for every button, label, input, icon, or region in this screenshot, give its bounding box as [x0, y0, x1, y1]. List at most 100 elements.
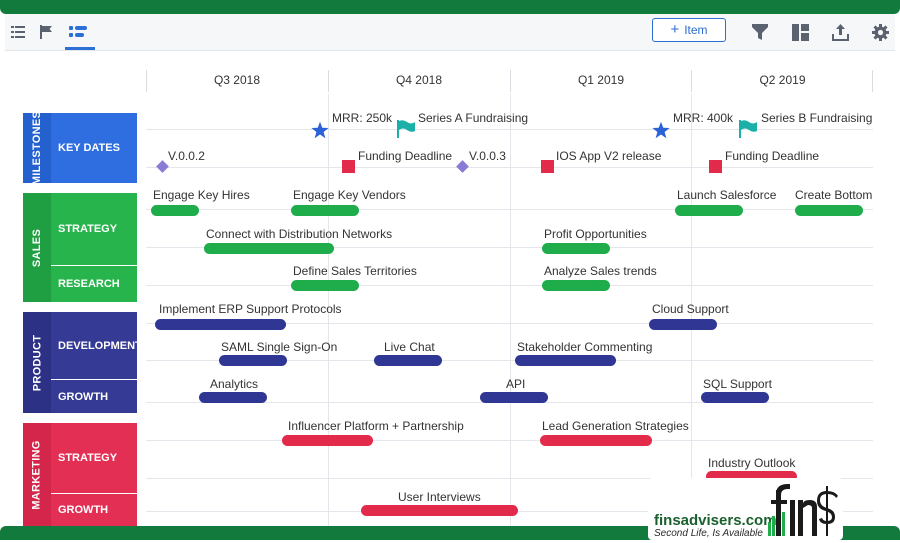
row-label-strategy[interactable]: STRATEGY — [51, 193, 137, 265]
quarter-divider — [872, 70, 873, 92]
timeline-bar[interactable] — [219, 355, 287, 366]
flag-icon[interactable] — [739, 120, 757, 143]
row-divider — [146, 209, 873, 210]
star-icon[interactable] — [311, 121, 329, 144]
row-divider — [146, 440, 873, 441]
bar-label: API — [506, 377, 526, 391]
row-divider — [146, 167, 873, 168]
milestone-label[interactable]: V.0.0.2 — [168, 149, 205, 163]
plus-icon: + — [670, 21, 680, 38]
quarter-label: Q1 2019 — [577, 73, 625, 87]
group-milestones: MILESTONES KEY DATES — [23, 111, 137, 185]
timeline-bar[interactable] — [542, 280, 610, 291]
group-title: MILESTONES — [23, 111, 51, 185]
quarter-divider — [146, 70, 147, 92]
group-sales: SALES STRATEGY RESEARCH — [23, 193, 137, 302]
list-view-icon[interactable] — [9, 23, 27, 41]
filter-icon[interactable] — [751, 23, 769, 41]
bar-label: SQL Support — [703, 377, 772, 391]
timeline-bar[interactable] — [361, 505, 518, 516]
row-label-growth[interactable]: GROWTH — [51, 494, 137, 526]
quarter-label: Q4 2018 — [395, 73, 443, 87]
bar-label: Industry Outlook — [708, 456, 796, 470]
finsadvisers-logo — [768, 482, 840, 543]
bar-label: Lead Generation Strategies — [542, 419, 689, 433]
timeline-bar[interactable] — [540, 435, 652, 446]
top-border — [0, 0, 900, 14]
active-view-indicator — [65, 47, 95, 50]
flag-icon[interactable] — [397, 120, 415, 143]
timeline-bar[interactable] — [199, 392, 267, 403]
group-title: SALES — [23, 193, 51, 302]
star-icon[interactable] — [652, 121, 670, 144]
export-icon[interactable] — [831, 23, 849, 41]
finsadvisers-watermark: finsadvisers.com Second Life, Is Availab… — [648, 478, 843, 540]
timeline-bar[interactable] — [480, 392, 548, 403]
timeline-bar[interactable] — [151, 205, 199, 216]
layout-icon[interactable] — [791, 23, 809, 41]
timeline-bar[interactable] — [374, 355, 442, 366]
gear-icon[interactable] — [871, 23, 889, 41]
group-marketing: MARKETING STRATEGY GROWTH — [23, 423, 137, 526]
group-title: MARKETING — [23, 423, 51, 526]
add-item-label: Item — [684, 23, 708, 37]
bar-label: Engage Key Hires — [153, 188, 250, 202]
watermark-site: finsadvisers.com — [654, 512, 777, 529]
bar-label: Profit Opportunities — [544, 227, 647, 241]
timeline-bar[interactable] — [515, 355, 616, 366]
bar-label: Live Chat — [384, 340, 435, 354]
toolbar: + Item — [5, 14, 895, 51]
bar-label: Implement ERP Support Protocols — [159, 302, 342, 316]
add-item-button[interactable]: + Item — [652, 18, 726, 42]
square-icon[interactable] — [342, 160, 355, 173]
milestone-label[interactable]: MRR: 400k — [673, 111, 733, 125]
quarter-divider — [328, 70, 329, 92]
screenshot-frame: + Item Q3 2018 Q4 2018 Q1 2019 Q2 2019 M… — [0, 0, 900, 540]
diamond-icon[interactable] — [156, 160, 169, 173]
quarter-divider — [510, 70, 511, 92]
milestone-label[interactable]: Funding Deadline — [358, 149, 452, 163]
milestone-label[interactable]: MRR: 250k — [332, 111, 392, 125]
bar-label: User Interviews — [398, 490, 481, 504]
bar-label: Connect with Distribution Networks — [206, 227, 393, 241]
timeline-bar[interactable] — [649, 319, 717, 330]
bar-label: Influencer Platform + Partnership — [288, 419, 464, 433]
bar-label: SAML Single Sign-On — [221, 340, 338, 354]
row-label-research[interactable]: RESEARCH — [51, 266, 137, 302]
timeline-bar[interactable] — [204, 243, 334, 254]
milestone-label[interactable]: Series B Fundraising — [761, 111, 872, 125]
milestone-label[interactable]: V.0.0.3 — [469, 149, 506, 163]
timeline-bar[interactable] — [675, 205, 743, 216]
timeline-bar[interactable] — [155, 319, 286, 330]
row-divider — [146, 129, 873, 130]
watermark-tagline: Second Life, Is Available — [654, 528, 763, 539]
flag-icon[interactable] — [37, 23, 55, 41]
milestone-label[interactable]: Series A Fundraising — [418, 111, 528, 125]
timeline-bar[interactable] — [282, 435, 373, 446]
square-icon[interactable] — [541, 160, 554, 173]
milestone-label[interactable]: Funding Deadline — [725, 149, 819, 163]
milestone-label[interactable]: IOS App V2 release — [556, 149, 661, 163]
roadmap-app: + Item Q3 2018 Q4 2018 Q1 2019 Q2 2019 M… — [5, 14, 895, 526]
row-divider — [146, 285, 873, 286]
row-label-growth[interactable]: GROWTH — [51, 380, 137, 413]
timeline-icon[interactable] — [69, 23, 87, 41]
timeline-bar[interactable] — [542, 243, 610, 254]
quarter-divider — [691, 70, 692, 92]
bar-label: Create Bottom — [795, 188, 873, 202]
timeline-bar[interactable] — [701, 392, 769, 403]
grid-line — [510, 94, 511, 526]
timeline-bar[interactable] — [291, 280, 359, 291]
quarter-label: Q2 2019 — [759, 73, 806, 87]
bar-label: Analytics — [210, 377, 259, 391]
timeline-bar[interactable] — [795, 205, 863, 216]
square-icon[interactable] — [709, 160, 722, 173]
row-label-key-dates[interactable]: KEY DATES — [51, 113, 137, 183]
group-product: PRODUCT DEVELOPMENT GROWTH — [23, 312, 142, 413]
row-label-strategy[interactable]: STRATEGY — [51, 423, 137, 493]
bar-label: Define Sales Territories — [293, 264, 417, 278]
row-label-development[interactable]: DEVELOPMENT — [51, 312, 142, 379]
diamond-icon[interactable] — [456, 160, 469, 173]
timeline-bar[interactable] — [291, 205, 359, 216]
bar-label: Engage Key Vendors — [293, 188, 406, 202]
